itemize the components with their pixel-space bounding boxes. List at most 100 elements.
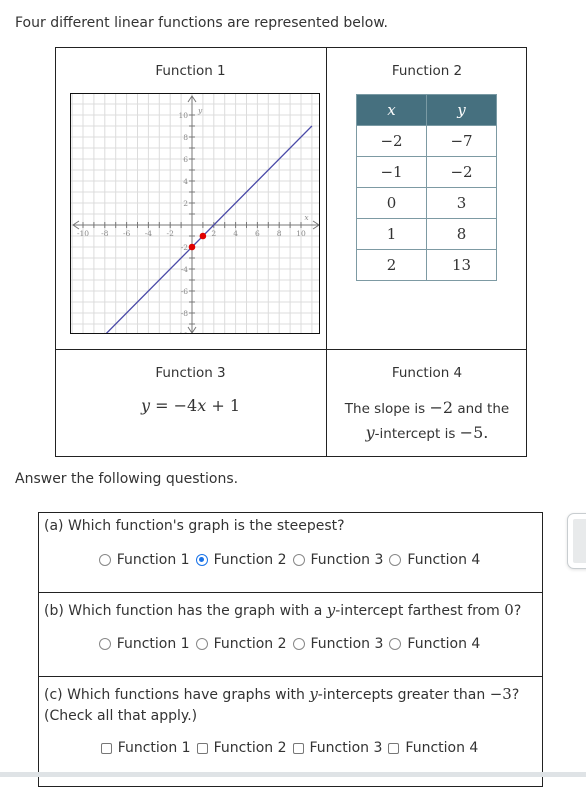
qc-yvar: y bbox=[309, 685, 318, 703]
f4-intercept: −5 bbox=[459, 423, 484, 442]
y-tick-label: 10 bbox=[178, 111, 188, 120]
bottom-scroll-bar[interactable] bbox=[0, 772, 586, 777]
option-label[interactable]: Function 3 bbox=[310, 740, 383, 756]
cell-y: 8 bbox=[426, 218, 497, 250]
x-tick-label: -10 bbox=[77, 229, 89, 238]
question-a-options: Function 1 Function 2 Function 3 Functio… bbox=[38, 552, 543, 568]
option-c-function-4[interactable]: Function 4 bbox=[388, 740, 480, 756]
table-row: 0 3 bbox=[356, 187, 497, 219]
option-a-function-1[interactable]: Function 1 bbox=[98, 552, 192, 568]
qc-text-3: ? bbox=[511, 687, 520, 703]
question-a-text: (a) Which function's graph is the steepe… bbox=[44, 518, 345, 534]
checkbox[interactable] bbox=[196, 742, 208, 754]
table-horizontal-divider bbox=[55, 349, 527, 350]
option-b-function-2[interactable]: Function 2 bbox=[195, 636, 289, 652]
cell-y: −2 bbox=[426, 156, 497, 188]
x-tick-label: -4 bbox=[145, 229, 153, 238]
option-label[interactable]: Function 2 bbox=[214, 636, 287, 652]
question-b-text: (b) Which function has the graph with a … bbox=[44, 600, 521, 622]
table-row: −2 −7 bbox=[356, 125, 497, 157]
option-label[interactable]: Function 1 bbox=[118, 740, 191, 756]
radio-button[interactable] bbox=[292, 638, 305, 650]
cell-x: 2 bbox=[356, 249, 427, 281]
radio-button[interactable] bbox=[195, 638, 208, 650]
radio-button-selected[interactable] bbox=[195, 554, 208, 566]
function-2-title: Function 2 bbox=[391, 63, 463, 79]
question-divider bbox=[38, 592, 543, 593]
qb-zero: 0 bbox=[504, 601, 514, 619]
cell-y: 3 bbox=[426, 187, 497, 219]
eq-equals: = −4 bbox=[150, 396, 198, 415]
option-b-function-4[interactable]: Function 4 bbox=[389, 636, 482, 652]
option-label[interactable]: Function 2 bbox=[214, 552, 287, 568]
eq-rest: + 1 bbox=[206, 396, 240, 415]
radio-button[interactable] bbox=[98, 554, 111, 566]
data-point bbox=[188, 243, 196, 251]
option-label[interactable]: Function 3 bbox=[311, 636, 384, 652]
graph-svg: -10-8-6-4-2246810-10-8-6-4-2246810xy bbox=[71, 94, 319, 334]
option-label[interactable]: Function 4 bbox=[407, 636, 480, 652]
option-c-function-2[interactable]: Function 2 bbox=[196, 740, 289, 756]
option-a-function-4[interactable]: Function 4 bbox=[389, 552, 482, 568]
qc-value: −3 bbox=[489, 685, 512, 703]
function-4-description: The slope is −2 and the y-intercept is −5… bbox=[327, 396, 527, 446]
option-b-function-1[interactable]: Function 1 bbox=[98, 636, 192, 652]
radio-button[interactable] bbox=[98, 638, 111, 650]
option-label[interactable]: Function 1 bbox=[117, 636, 190, 652]
table-header-x: x bbox=[356, 94, 427, 126]
x-tick-label: 8 bbox=[277, 229, 282, 238]
cell-y: −7 bbox=[426, 125, 497, 157]
cell-x: −2 bbox=[356, 125, 427, 157]
cell-x: −1 bbox=[356, 156, 427, 188]
option-label[interactable]: Function 2 bbox=[214, 740, 287, 756]
qb-text-1: (b) Which function has the graph with a bbox=[44, 603, 327, 619]
x-tick-label: 6 bbox=[255, 229, 260, 238]
question-divider bbox=[38, 676, 543, 677]
y-tick-label: 2 bbox=[183, 199, 188, 208]
checkbox[interactable] bbox=[100, 742, 112, 754]
function-1-graph: -10-8-6-4-2246810-10-8-6-4-2246810xy bbox=[70, 93, 320, 334]
function-4-title: Function 4 bbox=[391, 365, 463, 381]
option-label[interactable]: Function 4 bbox=[405, 740, 478, 756]
question-c-options: Function 1 Function 2 Function 3 Functio… bbox=[38, 740, 543, 756]
x-tick-label: -8 bbox=[101, 229, 109, 238]
qc-text-1: (c) Which functions have graphs with bbox=[44, 687, 310, 703]
cell-y: 13 bbox=[426, 249, 497, 281]
x-tick-label: 2 bbox=[211, 229, 216, 238]
checkbox[interactable] bbox=[388, 742, 400, 754]
option-b-function-3[interactable]: Function 3 bbox=[292, 636, 386, 652]
checkbox[interactable] bbox=[292, 742, 304, 754]
eq-y: y bbox=[140, 396, 151, 415]
question-b-options: Function 1 Function 2 Function 3 Functio… bbox=[38, 636, 543, 652]
radio-button[interactable] bbox=[389, 638, 402, 650]
option-c-function-3[interactable]: Function 3 bbox=[292, 740, 385, 756]
qb-yvar: y bbox=[326, 601, 336, 619]
table-row: −1 −2 bbox=[356, 156, 497, 188]
intro-text: Four different linear functions are repr… bbox=[15, 15, 388, 31]
option-label[interactable]: Function 1 bbox=[117, 552, 190, 568]
option-label[interactable]: Function 3 bbox=[311, 552, 384, 568]
answer-intro: Answer the following questions. bbox=[15, 471, 239, 487]
qc-line-2: (Check all that apply.) bbox=[44, 708, 198, 724]
radio-button[interactable] bbox=[292, 554, 305, 566]
f4-text-4: . bbox=[483, 423, 489, 442]
option-label[interactable]: Function 4 bbox=[407, 552, 480, 568]
radio-button[interactable] bbox=[389, 554, 402, 566]
x-tick-label: 10 bbox=[296, 229, 306, 238]
function-2-table: x y −2 −7 −1 −2 0 3 1 8 2 13 bbox=[356, 94, 497, 281]
cell-x: 1 bbox=[356, 218, 427, 250]
option-c-function-1[interactable]: Function 1 bbox=[100, 740, 193, 756]
data-point bbox=[199, 232, 207, 240]
qc-text-2: -intercepts greater than bbox=[317, 687, 490, 703]
option-a-function-3[interactable]: Function 3 bbox=[292, 552, 386, 568]
function-3-equation: y = −4x + 1 bbox=[55, 396, 326, 415]
qb-text-3: ? bbox=[513, 603, 522, 619]
y-tick-label: -10 bbox=[176, 331, 188, 334]
eq-x: x bbox=[197, 396, 207, 415]
option-a-function-2[interactable]: Function 2 bbox=[195, 552, 289, 568]
x-tick-label: -2 bbox=[167, 229, 175, 238]
y-axis-label: y bbox=[197, 106, 203, 115]
side-panel-button-inner bbox=[573, 519, 586, 563]
table-row: 1 8 bbox=[356, 218, 497, 250]
cell-x: 0 bbox=[356, 187, 427, 219]
